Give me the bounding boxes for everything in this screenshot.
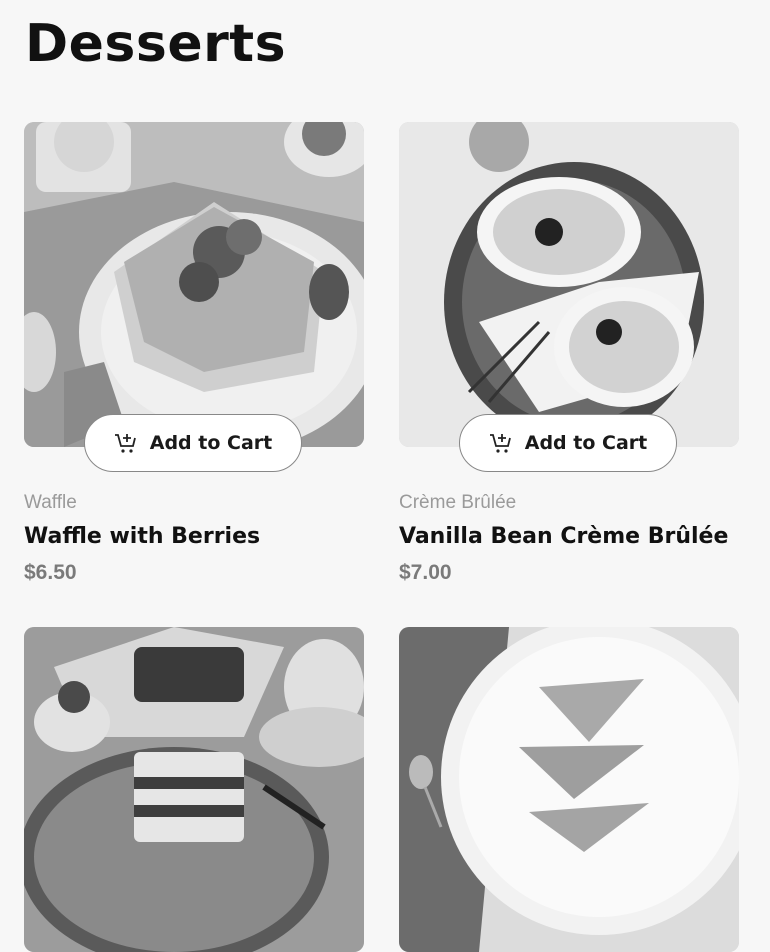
product-name: Vanilla Bean Crème Brûlée xyxy=(399,524,729,549)
product-name: Waffle with Berries xyxy=(24,524,261,549)
cart-add-icon xyxy=(114,434,136,453)
product-image-creme-brulee[interactable] xyxy=(399,122,739,447)
add-to-cart-button[interactable]: Add to Cart xyxy=(459,414,677,472)
product-category: Waffle xyxy=(24,492,77,513)
page-title: Desserts xyxy=(25,14,287,74)
product-image-waffle[interactable] xyxy=(24,122,364,447)
product-price: $6.50 xyxy=(24,561,77,584)
product-price: $7.00 xyxy=(399,561,452,584)
add-to-cart-label: Add to Cart xyxy=(149,432,273,454)
product-card-waffle: Add to Cart Waffle Waffle with Berries $… xyxy=(24,122,364,584)
product-card-creme-brulee: Add to Cart Crème Brûlée Vanilla Bean Cr… xyxy=(399,122,739,584)
product-image-cake[interactable] xyxy=(24,627,364,952)
product-card-cake xyxy=(24,627,364,952)
add-to-cart-button[interactable]: Add to Cart xyxy=(84,414,302,472)
product-image-baklava[interactable] xyxy=(399,627,739,952)
cart-add-icon xyxy=(489,434,511,453)
product-category: Crème Brûlée xyxy=(399,492,517,513)
add-to-cart-label: Add to Cart xyxy=(524,432,648,454)
product-card-baklava xyxy=(399,627,739,952)
